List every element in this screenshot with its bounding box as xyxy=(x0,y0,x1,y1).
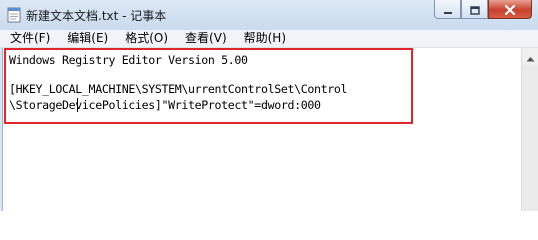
vertical-scrollbar[interactable] xyxy=(521,48,538,211)
menu-view[interactable]: 查看(V) xyxy=(175,30,234,47)
close-icon xyxy=(504,0,516,19)
title-bar[interactable]: 新建文本文档.txt - 记事本 xyxy=(0,0,538,31)
scroll-up-button[interactable] xyxy=(522,48,538,65)
close-button[interactable] xyxy=(488,0,532,19)
text-editor[interactable]: Windows Registry Editor Version 5.00 [HK… xyxy=(2,48,522,211)
editor-line-1: Windows Registry Editor Version 5.00 xyxy=(9,53,248,67)
chevron-up-icon xyxy=(526,47,535,66)
menu-edit[interactable]: 编辑(E) xyxy=(57,30,115,47)
menu-bar: 文件(F) 编辑(E) 格式(O) 查看(V) 帮助(H) xyxy=(0,30,538,48)
menu-help[interactable]: 帮助(H) xyxy=(234,30,293,47)
minimize-button[interactable] xyxy=(434,0,461,19)
editor-line-3: [HKEY_LOCAL_MACHINE\SYSTEM\urrentControl… xyxy=(9,82,348,96)
notepad-icon xyxy=(7,7,21,23)
menu-format[interactable]: 格式(O) xyxy=(115,30,175,47)
window-title: 新建文本文档.txt - 记事本 xyxy=(26,9,167,23)
maximize-button[interactable] xyxy=(461,0,488,19)
minimize-icon xyxy=(443,0,453,19)
editor-line-4: \StorageDevicePolicies]"WriteProtect"=dw… xyxy=(9,98,321,112)
maximize-icon xyxy=(469,0,480,19)
text-caret xyxy=(77,98,78,112)
notepad-window: 新建文本文档.txt - 记事本 文件(F) 编辑(E) 格式(O) 查看(V)… xyxy=(0,0,538,211)
menu-file[interactable]: 文件(F) xyxy=(0,30,57,47)
caption-buttons xyxy=(434,0,532,20)
